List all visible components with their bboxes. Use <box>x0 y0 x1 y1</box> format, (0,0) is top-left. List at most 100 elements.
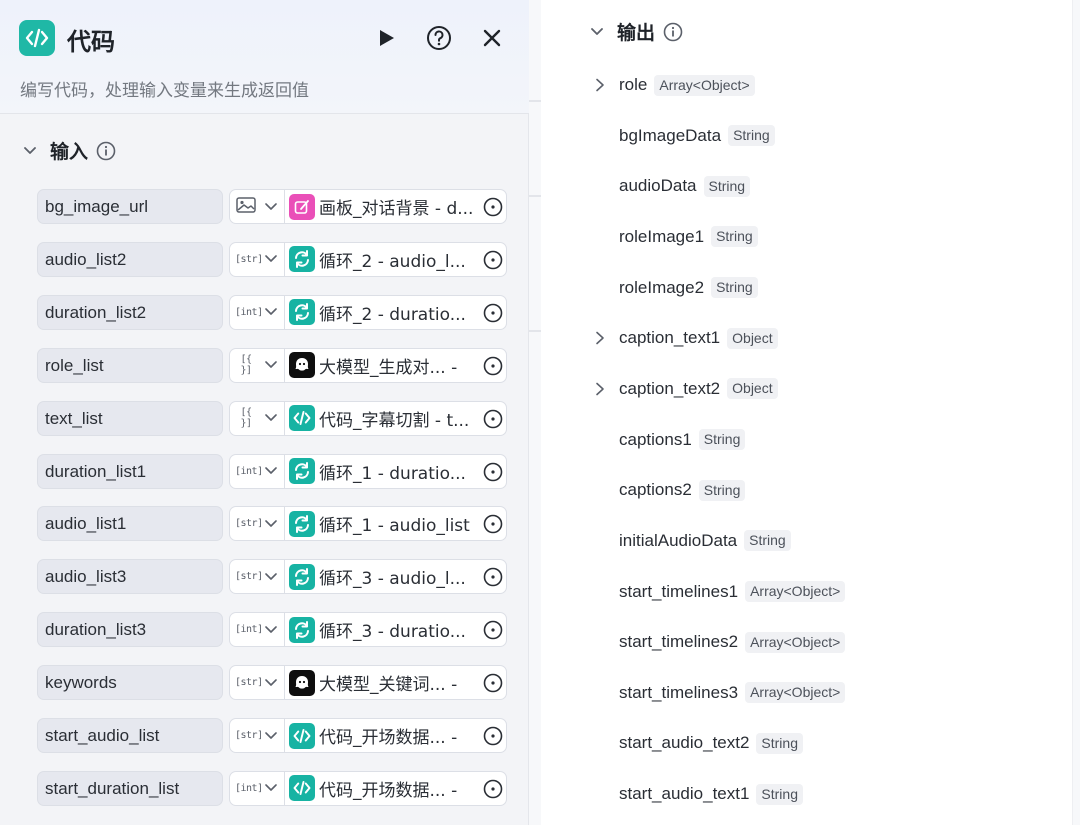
output-item: roleImage2 String <box>619 275 758 301</box>
input-row: text_list [{ }] 代码_字幕切割 - t... <box>37 400 507 436</box>
input-row: duration_list1 [int] 循环_1 - duratio... <box>37 453 507 489</box>
input-section-toggle[interactable]: 输入 <box>24 137 116 164</box>
type-select[interactable]: [str] <box>229 506 285 542</box>
variable-picker-icon[interactable] <box>483 567 503 587</box>
node-title: 代码 <box>67 28 115 56</box>
type-select[interactable]: [int] <box>229 770 285 806</box>
variable-name-input[interactable]: start_audio_list <box>37 718 223 753</box>
loop-icon <box>289 458 315 484</box>
variable-picker-icon[interactable] <box>483 462 503 482</box>
variable-name-input[interactable]: audio_list2 <box>37 241 223 277</box>
variable-reference-select[interactable]: 画板_对话背景 - d... <box>284 189 507 224</box>
type-select[interactable]: [int] <box>229 612 285 648</box>
type-select[interactable] <box>229 189 285 224</box>
variable-name-input[interactable]: audio_list1 <box>37 506 223 542</box>
output-name: start_timelines2 <box>619 632 739 652</box>
variable-reference-select[interactable]: 大模型_关键词... - <box>284 665 507 701</box>
variable-name-input[interactable]: text_list <box>37 400 223 436</box>
variable-picker-icon[interactable] <box>483 303 503 323</box>
info-icon[interactable] <box>663 22 683 42</box>
variable-picker-icon[interactable] <box>483 620 503 640</box>
canvas-gap <box>529 0 541 825</box>
type-select[interactable]: [int] <box>229 294 285 330</box>
chevron-down-icon <box>265 674 277 692</box>
chevron-down-icon <box>265 303 277 321</box>
variable-picker-icon[interactable] <box>483 197 503 217</box>
type-badge: [int] <box>235 465 263 477</box>
type-select[interactable]: [int] <box>229 453 285 489</box>
output-item: captions1 String <box>619 427 746 453</box>
output-name: start_timelines1 <box>619 581 739 601</box>
output-item: role Array<Object> <box>619 72 755 98</box>
reference-label: 代码_开场数据... - <box>319 780 458 801</box>
input-section-title: 输入 <box>50 141 89 163</box>
output-name: bgImageData <box>619 125 722 145</box>
variable-reference-select[interactable]: 大模型_生成对... - <box>284 347 507 383</box>
output-type-badge: String <box>744 530 791 552</box>
variable-reference-select[interactable]: 循环_2 - audio_l... <box>284 241 507 277</box>
chevron-right-icon[interactable] <box>595 382 607 396</box>
chevron-right-icon[interactable] <box>595 331 607 345</box>
chevron-down-icon <box>265 568 277 586</box>
llm-icon <box>289 669 315 696</box>
variable-name-input[interactable]: duration_list2 <box>37 294 223 330</box>
variable-picker-icon[interactable] <box>483 356 503 376</box>
variable-name-input[interactable]: audio_list3 <box>37 559 223 595</box>
variable-reference-select[interactable]: 循环_1 - audio_list <box>284 506 507 542</box>
canvas-icon <box>289 193 315 220</box>
loop-icon <box>289 616 315 643</box>
output-item: caption_text1 Object <box>619 325 778 351</box>
type-select[interactable]: [{ }] <box>229 400 285 436</box>
variable-name-input[interactable]: start_duration_list <box>37 770 223 806</box>
type-badge: [int] <box>235 306 263 318</box>
type-select[interactable]: [str] <box>229 241 285 277</box>
variable-picker-icon[interactable] <box>483 673 503 693</box>
output-name: role <box>619 75 648 94</box>
reference-label: 循环_2 - audio_l... <box>319 251 466 272</box>
output-section-title: 输出 <box>617 22 656 44</box>
output-type-badge: Object <box>727 327 778 349</box>
variable-picker-icon[interactable] <box>483 726 503 746</box>
code-icon <box>289 405 315 432</box>
variable-name-input[interactable]: duration_list1 <box>37 453 223 489</box>
loop-icon <box>289 246 315 273</box>
variable-picker-icon[interactable] <box>483 514 503 534</box>
type-select[interactable]: [str] <box>229 718 285 753</box>
variable-reference-select[interactable]: 循环_1 - duratio... <box>284 453 507 489</box>
type-select[interactable]: [str] <box>229 665 285 701</box>
loop-icon <box>289 510 315 537</box>
variable-picker-icon[interactable] <box>483 409 503 429</box>
input-row: start_duration_list [int] 代码_开场数据... - <box>37 770 507 806</box>
output-section-toggle[interactable]: 输出 <box>591 18 683 45</box>
variable-name-input[interactable]: role_list <box>37 347 223 383</box>
chevron-right-icon[interactable] <box>595 78 607 92</box>
reference-label: 循环_2 - duratio... <box>319 304 466 325</box>
llm-icon <box>289 352 315 379</box>
type-select[interactable]: [str] <box>229 559 285 595</box>
variable-reference-select[interactable]: 循环_3 - audio_l... <box>284 559 507 595</box>
input-row: role_list [{ }] 大模型_生成对... - <box>37 347 507 383</box>
output-item: start_timelines3 Array<Object> <box>619 680 846 706</box>
reference-label: 循环_3 - duratio... <box>319 622 466 643</box>
variable-reference-select[interactable]: 循环_3 - duratio... <box>284 612 507 648</box>
image-type-icon <box>235 197 257 216</box>
variable-name-input[interactable]: keywords <box>37 665 223 701</box>
variable-name-input[interactable]: duration_list3 <box>37 612 223 648</box>
variable-reference-select[interactable]: 代码_开场数据... - <box>284 770 507 806</box>
variable-reference-select[interactable]: 循环_2 - duratio... <box>284 294 507 330</box>
variable-reference-select[interactable]: 代码_字幕切割 - t... <box>284 400 507 436</box>
variable-reference-select[interactable]: 代码_开场数据... - <box>284 718 507 753</box>
info-icon[interactable] <box>96 141 116 161</box>
variable-picker-icon[interactable] <box>483 250 503 270</box>
variable-picker-icon[interactable] <box>483 779 503 799</box>
type-select[interactable]: [{ }] <box>229 347 285 383</box>
run-button[interactable] <box>370 22 402 54</box>
variable-name-input[interactable]: bg_image_url <box>37 189 223 224</box>
type-badge: [str] <box>235 571 263 583</box>
output-type-badge: String <box>711 277 758 299</box>
output-name: caption_text2 <box>619 378 721 398</box>
help-button[interactable] <box>423 22 455 54</box>
close-button[interactable] <box>476 22 508 54</box>
input-row: bg_image_url 画板_对话背景 - d... <box>37 189 507 224</box>
output-name: start_timelines3 <box>619 682 739 702</box>
